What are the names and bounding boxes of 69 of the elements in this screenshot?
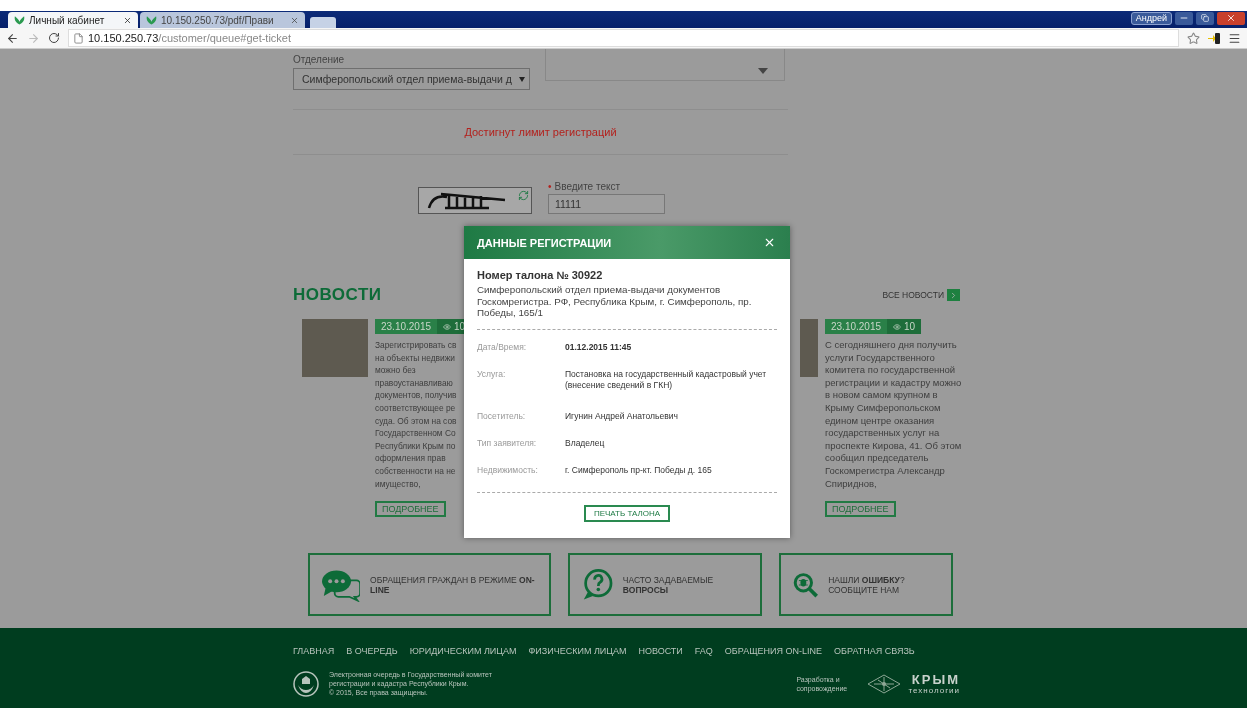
field-value: Постановка на государственный кадастровый учет (внесение сведений в ГКН) bbox=[565, 368, 768, 391]
restore-icon bbox=[1201, 14, 1209, 22]
menu-icon[interactable] bbox=[1228, 31, 1241, 45]
footer-nav-link[interactable]: FAQ bbox=[694, 646, 713, 656]
department-label: Отделение bbox=[293, 54, 346, 65]
field-value: Владелец bbox=[565, 437, 606, 449]
department-select[interactable]: Симферопольский отдел приема-выдачи д bbox=[293, 68, 530, 90]
maximize-button[interactable] bbox=[1196, 11, 1214, 25]
captcha-input[interactable]: 11111 bbox=[548, 194, 665, 214]
bookmark-star-icon[interactable] bbox=[1187, 31, 1200, 45]
footer-nav-link[interactable]: ФИЗИЧЕСКИМ ЛИЦАМ bbox=[528, 646, 627, 656]
news-heading: НОВОСТИ bbox=[293, 285, 382, 305]
field-label: Тип заявителя: bbox=[477, 437, 538, 448]
footer-nav-link[interactable]: ЮРИДИЧЕСКИМ ЛИЦАМ bbox=[409, 646, 517, 656]
caret-icon bbox=[519, 76, 525, 82]
close-icon[interactable] bbox=[123, 15, 132, 25]
field-label: Дата/Время: bbox=[477, 341, 528, 352]
minimize-button[interactable] bbox=[1175, 11, 1193, 25]
link-card[interactable]: ЧАСТО ЗАДАВАЕМЫЕ ВОПРОСЫ bbox=[568, 553, 762, 616]
field-label: Услуга: bbox=[477, 368, 507, 379]
limit-message: Достигнут лимит регистраций bbox=[464, 126, 617, 138]
field-value: 01.12.2015 11:45 bbox=[565, 341, 633, 353]
caret-icon[interactable] bbox=[758, 68, 768, 74]
chevron-right-icon bbox=[949, 290, 958, 300]
developer-logo-subtitle: технологии bbox=[908, 685, 960, 695]
footer-nav-link[interactable]: В ОЧЕРЕДЬ bbox=[346, 646, 398, 656]
ticket-number: Номер талона № 30922 bbox=[477, 269, 604, 281]
developer-logo-text: КРЫМ bbox=[911, 672, 960, 686]
all-news-link[interactable]: ВСЕ НОВОСТИ bbox=[882, 289, 960, 301]
field-value: Игунин Андрей Анатольевич bbox=[565, 410, 679, 422]
link-text: ОБРАЩЕНИЯ ГРАЖДАН В РЕЖИМЕ ON-LINE bbox=[370, 574, 536, 595]
address-field[interactable]: 10.150.250.73/customer/queue#get-ticket bbox=[68, 29, 1179, 47]
extension-icon[interactable] bbox=[1208, 31, 1220, 45]
reload-icon[interactable] bbox=[48, 32, 60, 44]
profile-button[interactable]: Андрей bbox=[1130, 11, 1172, 25]
link-card[interactable]: НАШЛИ ОШИБКУ? СООБЩИТЕ НАМ bbox=[779, 553, 953, 616]
link-text: ЧАСТО ЗАДАВАЕМЫЕ ВОПРОСЫ bbox=[622, 574, 715, 595]
news-text: Зарегистрировать св на объекты недвижи можно без правоустанавливаю документов, получив соответствующее ре суда. Об этом на сов Государственном Со Республики Крым по оформления прав собственности на не имущество, bbox=[375, 339, 457, 491]
browser-tab[interactable]: 10.150.250.73/pdf/Прави bbox=[140, 12, 305, 28]
photo-placeholder bbox=[800, 319, 818, 377]
close-icon[interactable] bbox=[290, 15, 299, 25]
leaf-logo-icon bbox=[146, 15, 157, 25]
close-icon bbox=[1226, 13, 1236, 23]
captcha-label: • Введите текст bbox=[548, 181, 622, 192]
link-text: НАШЛИ ОШИБКУ? СООБЩИТЕ НАМ bbox=[828, 574, 906, 595]
browser-tab[interactable]: Личный кабинет bbox=[8, 12, 138, 28]
page-icon bbox=[73, 32, 84, 44]
emblem-logo-icon bbox=[293, 670, 319, 697]
footer-nav-link[interactable]: ОБРАТНАЯ СВЯЗЬ bbox=[834, 646, 915, 656]
field-value: г. Симферополь пр-кт. Победы д. 165 bbox=[565, 464, 713, 476]
photo-placeholder bbox=[302, 319, 368, 377]
office-address: Симферопольский отдел приема-выдачи документов Госкомрегистра. РФ, Республика Крым, г. Симферополь, пр. Победы, 165/1 bbox=[477, 284, 753, 319]
link-card[interactable]: ОБРАЩЕНИЯ ГРАЖДАН В РЕЖИМЕ ON-LINE bbox=[308, 553, 551, 616]
field-label: Недвижимость: bbox=[477, 464, 539, 475]
question-bubble-icon bbox=[582, 567, 613, 602]
field-label: Посетитель: bbox=[477, 410, 527, 421]
footer-nav-link[interactable]: ГЛАВНАЯ bbox=[293, 646, 335, 656]
required-mark: • bbox=[548, 181, 552, 192]
news-text: С сегодняшнего дня получить услуги Государственного комитета по государственной регистрации и кадастру можно в новом самом крупном в Крыму Симферопольском едином центре оказания государственных услуг на проспекте Кирова, 41. Об этом сообщил председатель Госкомрегистра Александр Спириднов, bbox=[825, 339, 962, 491]
back-icon[interactable] bbox=[6, 31, 19, 45]
leaf-logo-icon bbox=[14, 15, 25, 25]
close-window-button[interactable] bbox=[1217, 11, 1245, 25]
footer-nav-link[interactable]: ОБРАЩЕНИЯ ON-LINE bbox=[724, 646, 823, 656]
circuit-logo-icon bbox=[866, 672, 903, 695]
print-ticket-button[interactable]: ПЕЧАТЬ ТАЛОНА bbox=[583, 504, 671, 522]
dialog-title: ДАННЫЕ РЕГИСТРАЦИИ bbox=[477, 236, 612, 249]
footer-nav-link[interactable]: НОВОСТИ bbox=[638, 646, 683, 656]
close-button[interactable] bbox=[763, 236, 776, 249]
chat-bubbles-icon bbox=[322, 567, 361, 602]
